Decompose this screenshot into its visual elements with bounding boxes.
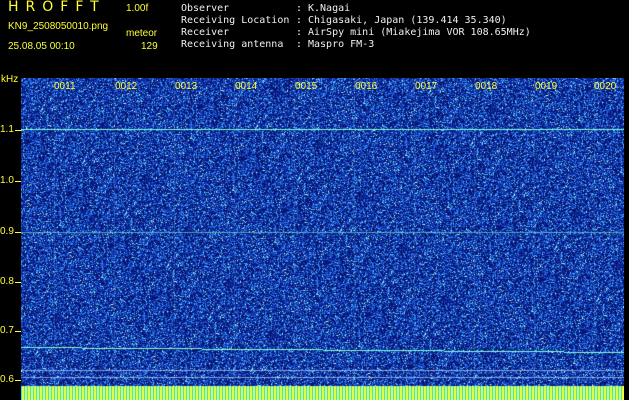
x-tick-0011: 0011 (54, 81, 76, 92)
x-tick-0018: 0018 (475, 81, 498, 92)
date-time: 25.08.05 00:10 (8, 41, 75, 52)
x-tick-0012: 0012 (115, 81, 138, 92)
x-tick-0015: 0015 (295, 81, 318, 92)
observer-label: Observer (181, 3, 230, 14)
y-tick-0-9: 0.9 (0, 226, 14, 237)
app-version: 1.00f (126, 3, 149, 14)
receiver-sep: : (296, 27, 303, 38)
observer-sep: : (296, 3, 303, 14)
y-tick-mark (15, 232, 21, 233)
detection-count: 129 (141, 41, 158, 52)
receiver-label: Receiver (181, 27, 230, 38)
y-tick-mark (15, 181, 21, 182)
x-tick-0019: 0019 (535, 81, 558, 92)
spectrogram-canvas[interactable] (21, 78, 624, 400)
y-tick-mark (15, 380, 21, 381)
antenna-value: Maspro FM-3 (308, 39, 375, 50)
x-tick-0013: 0013 (175, 81, 198, 92)
x-tick-0016: 0016 (355, 81, 378, 92)
app-title: HROFFT (8, 0, 106, 15)
y-tick-1-0: 1.0 (0, 175, 14, 186)
y-tick-mark (15, 331, 21, 332)
location-label: Receiving Location (181, 15, 290, 26)
y-tick-0-6: 0.6 (0, 374, 14, 385)
receiver-value: AirSpy mini (Miakejima VOR 108.65MHz) (308, 27, 531, 38)
file-name: KN9_2508050010.png (8, 21, 109, 32)
y-axis-unit: kHz (1, 74, 19, 85)
y-tick-1-1: 1.1 (0, 124, 14, 135)
x-tick-0014: 0014 (235, 81, 258, 92)
y-tick-mark (15, 130, 21, 131)
location-sep: : (296, 15, 303, 26)
y-tick-0-7: 0.7 (0, 325, 14, 336)
antenna-sep: : (296, 39, 303, 50)
y-tick-mark (15, 282, 21, 283)
mode-label: meteor (126, 28, 158, 39)
location-value: Chigasaki, Japan (139.414 35.340) (308, 15, 507, 26)
x-tick-0017: 0017 (415, 81, 438, 92)
antenna-label: Receiving antenna (181, 39, 284, 50)
x-tick-0020: 0020 (594, 81, 617, 92)
y-tick-0-8: 0.8 (0, 276, 14, 287)
observer-value: K.Nagai (308, 3, 351, 14)
